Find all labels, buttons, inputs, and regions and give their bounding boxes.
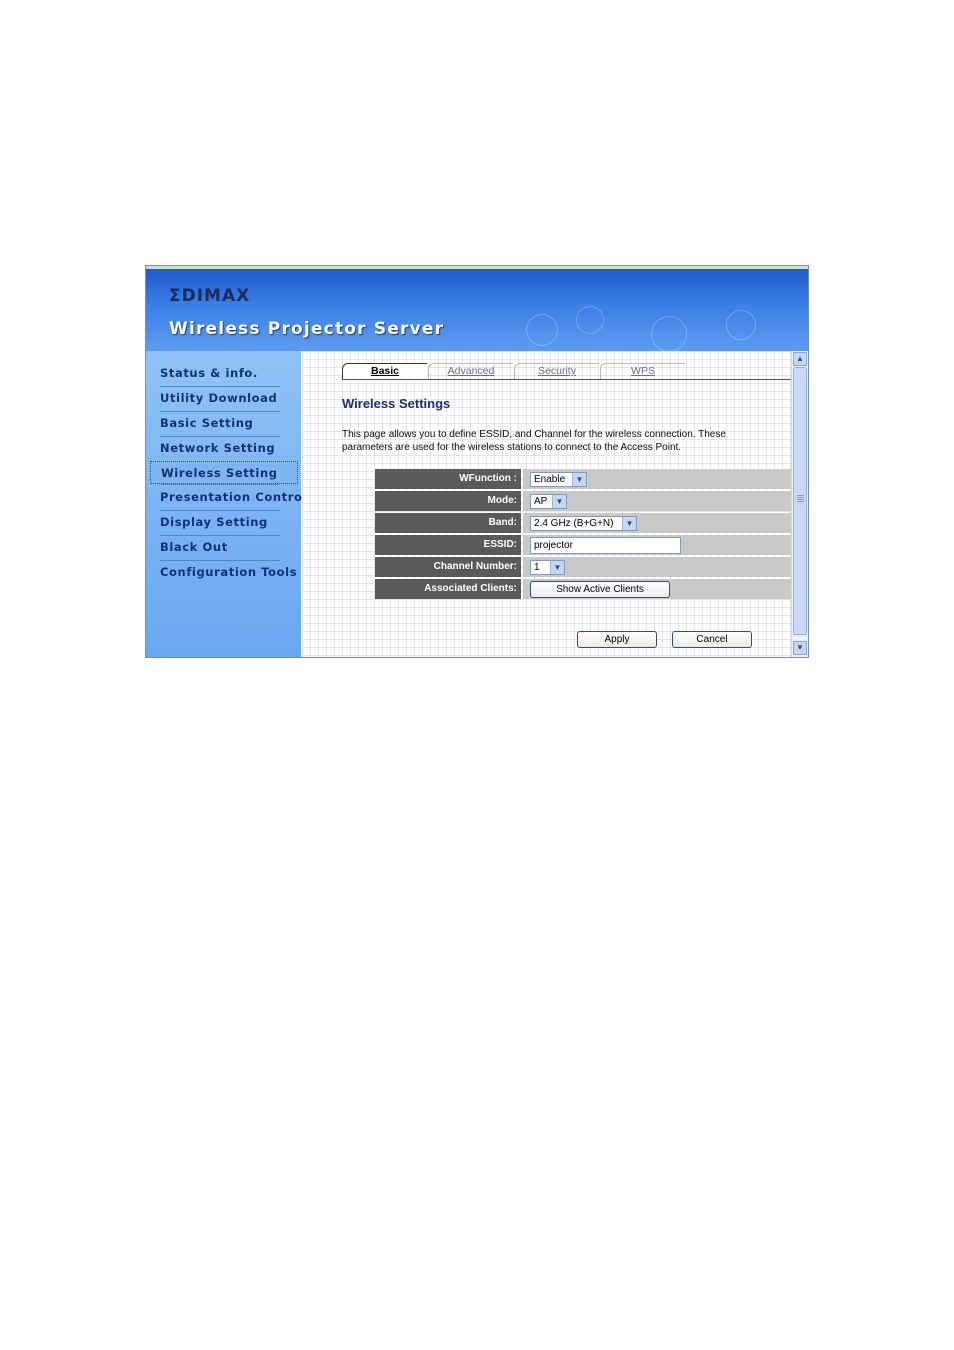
- show-active-clients-button[interactable]: Show Active Clients: [530, 581, 670, 598]
- channel-value-cell: 1 ▼: [523, 557, 791, 577]
- app-header: ΣDIMAX Wireless Projector Server: [146, 266, 808, 351]
- essid-row: ESSID: projector: [375, 535, 791, 555]
- wfunction-selected: Enable: [534, 474, 566, 485]
- channel-select[interactable]: 1 ▼: [530, 560, 565, 575]
- vertical-scrollbar[interactable]: ▲ ▼: [791, 351, 808, 657]
- header-decoration: [526, 314, 558, 346]
- chevron-down-icon: ▼: [552, 495, 566, 508]
- sidebar-item-presentation-control[interactable]: Presentation Control: [150, 486, 306, 511]
- header-top-border: [146, 266, 808, 269]
- wfunction-select[interactable]: Enable ▼: [530, 472, 587, 487]
- sidebar-item-display-setting[interactable]: Display Setting: [150, 511, 298, 536]
- header-decoration: [651, 316, 687, 351]
- band-selected: 2.4 GHz (B+G+N): [534, 518, 614, 529]
- app-title: Wireless Projector Server: [169, 319, 445, 339]
- wfunction-row: WFunction : Enable ▼: [375, 469, 791, 489]
- sidebar-item-network-setting[interactable]: Network Setting: [150, 437, 298, 462]
- band-value-cell: 2.4 GHz (B+G+N) ▼: [523, 513, 791, 533]
- sidebar-item-basic-setting[interactable]: Basic Setting: [150, 412, 298, 437]
- sidebar-item-wireless-setting[interactable]: Wireless Setting: [150, 461, 298, 485]
- cancel-button[interactable]: Cancel: [672, 631, 752, 648]
- clients-row: Associated Clients: Show Active Clients: [375, 579, 791, 599]
- chevron-down-icon: ▼: [572, 473, 586, 486]
- sidebar-item-configuration-tools[interactable]: Configuration Tools: [150, 561, 298, 584]
- scrollbar-thumb[interactable]: [793, 367, 807, 635]
- sidebar: Status & info. Utility Download Basic Se…: [146, 351, 306, 657]
- clients-value-cell: Show Active Clients: [523, 579, 791, 599]
- mode-selected: AP: [534, 496, 548, 507]
- arrow-down-icon[interactable]: ▼: [793, 641, 807, 655]
- mode-label: Mode:: [375, 491, 521, 511]
- channel-selected: 1: [534, 562, 540, 573]
- band-select[interactable]: 2.4 GHz (B+G+N) ▼: [530, 516, 637, 531]
- wfunction-value-cell: Enable ▼: [523, 469, 791, 489]
- tab-advanced[interactable]: Advanced: [428, 363, 513, 379]
- band-row: Band: 2.4 GHz (B+G+N) ▼: [375, 513, 791, 533]
- band-label: Band:: [375, 513, 521, 533]
- chevron-down-icon: ▼: [550, 561, 564, 574]
- tab-security[interactable]: Security: [514, 363, 599, 379]
- channel-row: Channel Number: 1 ▼: [375, 557, 791, 577]
- header-decoration: [726, 310, 756, 340]
- sidebar-item-status-info[interactable]: Status & info.: [150, 362, 298, 387]
- arrow-up-icon[interactable]: ▲: [793, 352, 807, 366]
- main-content: Basic Advanced Security WPS Wireless Set…: [302, 351, 791, 657]
- tab-basic[interactable]: Basic: [342, 363, 427, 379]
- channel-label: Channel Number:: [375, 557, 521, 577]
- edimax-logo: ΣDIMAX: [169, 286, 251, 306]
- essid-value-cell: projector: [523, 535, 791, 555]
- browser-window: ΣDIMAX Wireless Projector Server Status …: [145, 265, 809, 658]
- clients-label: Associated Clients:: [375, 579, 521, 599]
- page-description: This page allows you to define ESSID, an…: [342, 429, 726, 453]
- scrollbar-grip: [797, 495, 804, 502]
- settings-table: WFunction : Enable ▼ Mode: AP ▼ Band: 2.…: [375, 469, 791, 601]
- essid-input[interactable]: projector: [530, 537, 681, 554]
- apply-button[interactable]: Apply: [577, 631, 657, 648]
- sidebar-item-black-out[interactable]: Black Out: [150, 536, 298, 561]
- header-decoration: [576, 306, 604, 334]
- sidebar-item-utility-download[interactable]: Utility Download: [150, 387, 298, 412]
- tab-bar: Basic Advanced Security WPS: [342, 363, 791, 380]
- mode-row: Mode: AP ▼: [375, 491, 791, 511]
- mode-value-cell: AP ▼: [523, 491, 791, 511]
- page-title: Wireless Settings: [342, 396, 451, 411]
- mode-select[interactable]: AP ▼: [530, 494, 567, 509]
- essid-label: ESSID:: [375, 535, 521, 555]
- wfunction-label: WFunction :: [375, 469, 521, 489]
- tab-wps[interactable]: WPS: [600, 363, 685, 379]
- chevron-down-icon: ▼: [622, 517, 636, 530]
